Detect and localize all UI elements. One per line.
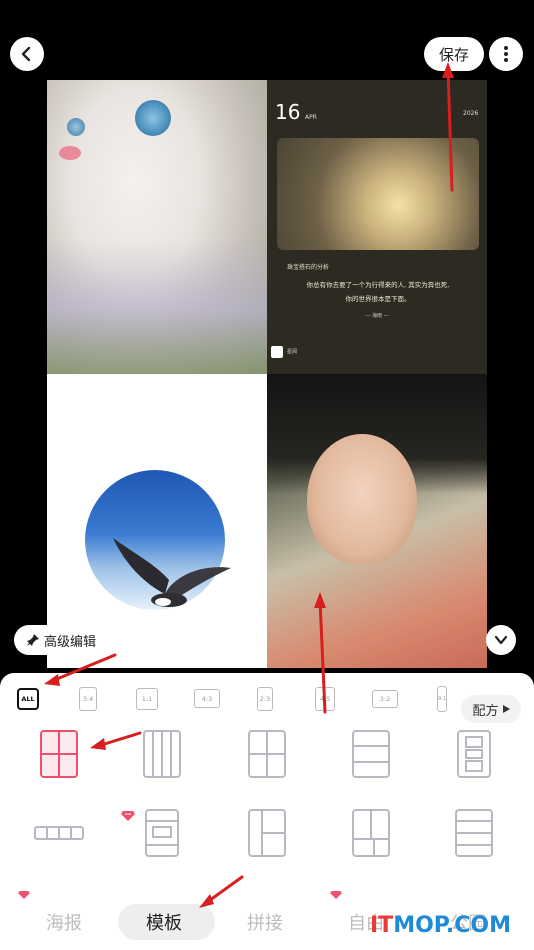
template-stacked-frames[interactable] (457, 730, 491, 778)
collage-cell-quote-card[interactable]: 16 APR 2026 珠宝搭石的分析 你总有你去要了一个为行得来的人, 其实为… (267, 80, 487, 374)
template-left-column-split[interactable] (248, 809, 286, 857)
collage-cell-portrait-photo[interactable] (267, 374, 487, 668)
collage-canvas[interactable]: 16 APR 2026 珠宝搭石的分析 你总有你去要了一个为行得来的人, 其实为… (47, 80, 487, 668)
vip-gem-icon (18, 891, 30, 899)
card-author: 珠宝搭石的分析 (287, 264, 330, 271)
ratio-filter-3-4[interactable]: 3:4 (79, 687, 97, 711)
card-logo (271, 346, 283, 358)
chevron-down-icon (494, 635, 508, 645)
more-vertical-icon (504, 46, 508, 62)
formula-label: 配方 (472, 703, 499, 719)
template-sheet: ALL 3:4 1:1 4:3 2:3 4:5 3:2 9:1 配方 海报 模板… (0, 673, 534, 950)
card-quote-line: 你的世界很本是下面。 (345, 295, 411, 303)
ratio-filter-4-3[interactable]: 4:3 (194, 689, 220, 708)
ratio-filter-9-1[interactable]: 9:1 (437, 686, 447, 712)
tab-stitch[interactable]: 拼接 (247, 909, 283, 935)
tab-template[interactable]: 模板 (146, 909, 182, 935)
collapse-button[interactable] (486, 625, 516, 655)
chevron-left-icon (21, 46, 31, 62)
ratio-filter-4-5[interactable]: 4:5 (315, 687, 335, 711)
pin-icon (27, 634, 39, 646)
card-date-month: APR (305, 114, 317, 121)
card-signature: — 海雨 — (365, 313, 389, 319)
tab-poster[interactable]: 海报 (46, 909, 82, 935)
vip-gem-icon (330, 891, 342, 899)
watermark-prefix: IT (370, 913, 394, 938)
template-mixed-grid[interactable] (352, 809, 390, 857)
card-brand: 星阅 (287, 349, 298, 355)
template-four-columns[interactable] (143, 730, 181, 778)
vip-gem-icon (121, 811, 135, 821)
formula-button[interactable]: 配方 (461, 695, 521, 723)
card-quote: 你总有你去要了一个为行得来的人, 其实为奔也死, 你的世界很本是下面。 (281, 278, 475, 306)
card-year: 2026 (463, 110, 479, 117)
template-four-rows[interactable] (455, 809, 493, 857)
more-button[interactable] (489, 37, 523, 71)
advanced-edit-label: 高级编辑 (44, 634, 97, 650)
save-button[interactable]: 保存 (424, 37, 484, 71)
bird-illustration (113, 538, 231, 607)
collage-cell-bird-photo[interactable] (47, 374, 267, 668)
ratio-filter-2-3[interactable]: 2:3 (257, 687, 273, 711)
play-triangle-icon (502, 705, 510, 713)
card-quote-line: 你总有你去要了一个为行得来的人, 其实为奔也死, (306, 281, 450, 289)
ratio-filter-all[interactable]: ALL (17, 688, 39, 710)
collage-cell-cat-photo[interactable] (47, 80, 267, 374)
template-grid-2x2-selected[interactable] (40, 730, 78, 778)
card-flower-photo (277, 138, 479, 250)
template-horizontal-strip[interactable] (34, 826, 84, 840)
watermark-rest: MOP.COM (393, 913, 511, 938)
back-button[interactable] (10, 37, 44, 71)
advanced-edit-button[interactable]: 高级编辑 (14, 625, 113, 655)
template-centered-frame[interactable] (145, 809, 179, 857)
template-grid-2x2[interactable] (248, 730, 286, 778)
site-watermark: ITMOP.COM (370, 913, 511, 938)
ratio-filter-row: ALL 3:4 1:1 4:3 2:3 4:5 3:2 9:1 配方 (0, 685, 534, 723)
ratio-filter-3-2[interactable]: 3:2 (372, 690, 398, 708)
ratio-filter-1-1[interactable]: 1:1 (136, 688, 158, 710)
card-date-day: 16 (275, 100, 301, 124)
template-three-rows[interactable] (352, 730, 390, 778)
